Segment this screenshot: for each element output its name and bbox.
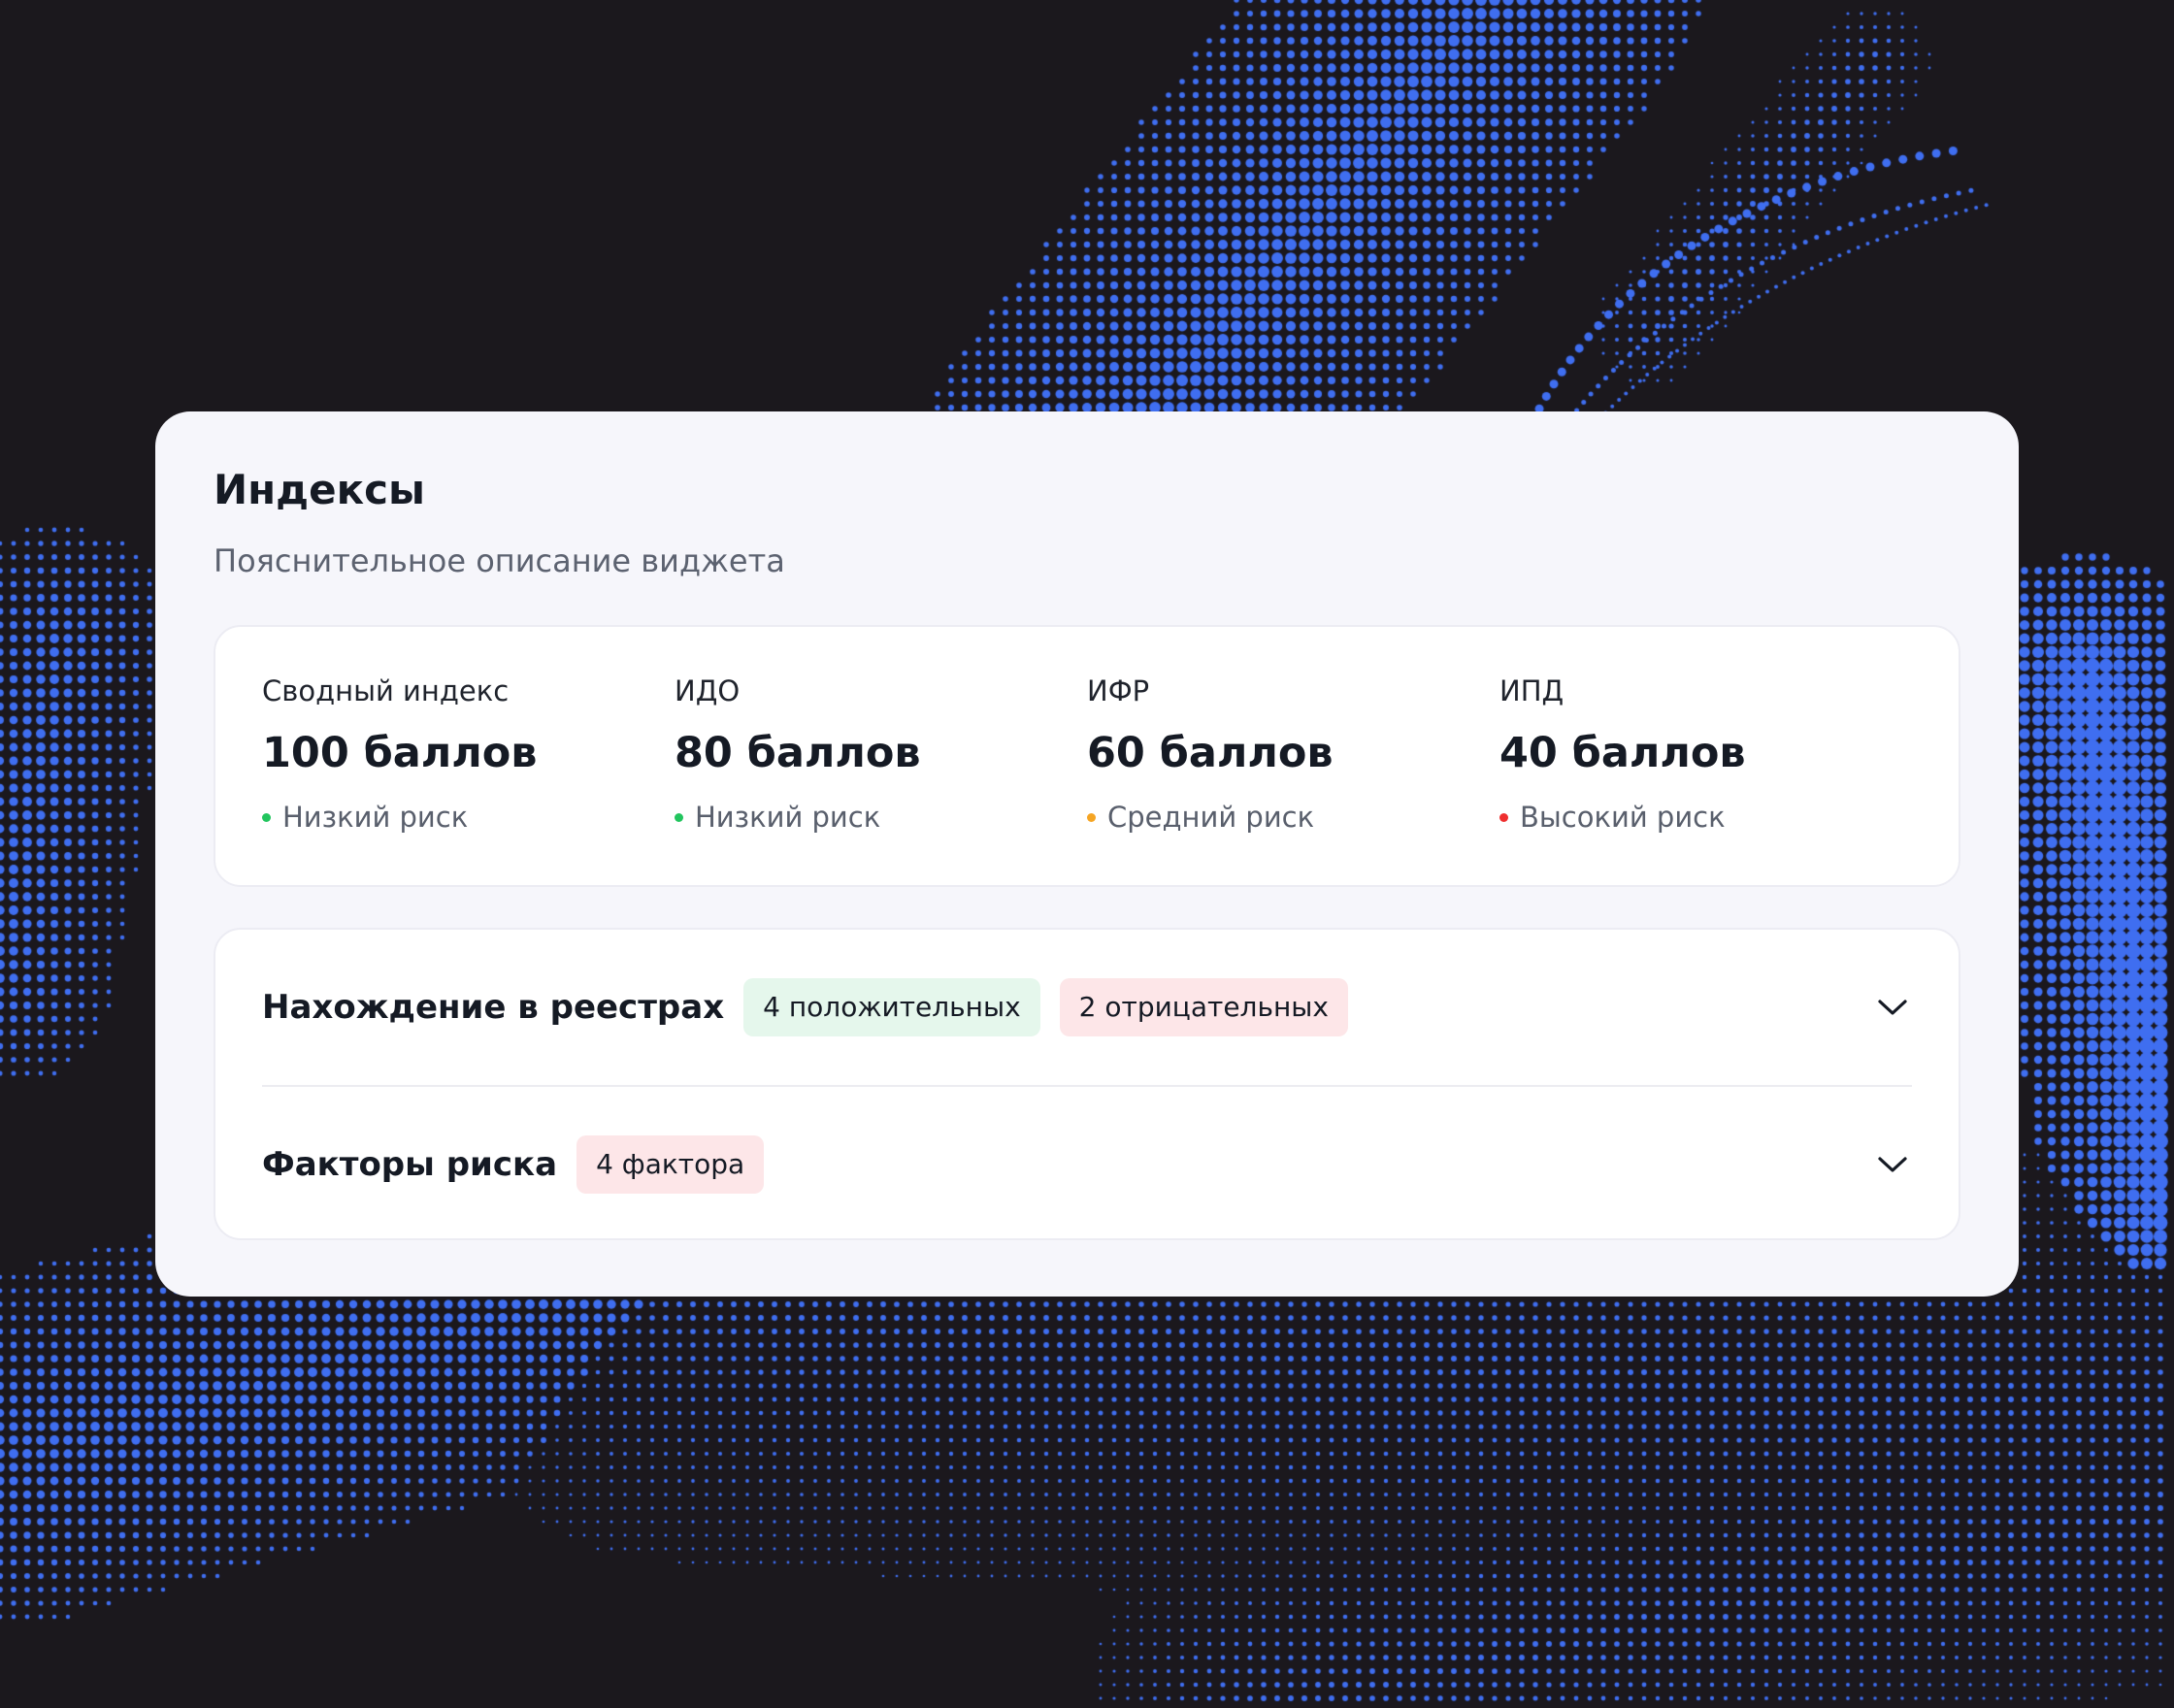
index-ido: ИДО 80 баллов Низкий риск [675, 627, 1087, 885]
widget-title: Индексы [214, 466, 425, 513]
index-label: ИДО [675, 674, 741, 707]
risk-label: Низкий риск [695, 801, 881, 834]
index-ifr: ИФР 60 баллов Средний риск [1087, 627, 1499, 885]
index-value: 100 баллов [262, 729, 538, 777]
section-title: Факторы риска [262, 1145, 558, 1184]
chevron-down-icon[interactable] [1873, 988, 1912, 1027]
indices-panel: Сводный индекс 100 баллов Низкий риск ИД… [214, 625, 1960, 887]
widget-subtitle: Пояснительное описание виджета [214, 542, 785, 579]
index-summary: Сводный индекс 100 баллов Низкий риск [262, 627, 675, 885]
index-label: Сводный индекс [262, 674, 510, 707]
risk-status: Низкий риск [262, 804, 675, 832]
risk-dot-icon [675, 813, 683, 822]
risk-status: Низкий риск [675, 804, 1087, 832]
section-registries[interactable]: Нахождение в реестрах 4 положительных 2 … [262, 930, 1912, 1085]
risk-label: Высокий риск [1520, 801, 1726, 834]
risk-label: Средний риск [1107, 801, 1315, 834]
index-value: 40 баллов [1499, 729, 1746, 777]
index-label: ИПД [1499, 674, 1565, 707]
chevron-down-icon[interactable] [1873, 1145, 1912, 1184]
risk-dot-icon [262, 813, 271, 822]
index-value: 60 баллов [1087, 729, 1334, 777]
risk-label: Низкий риск [282, 801, 469, 834]
risk-dot-icon [1087, 813, 1096, 822]
positive-count-badge: 4 положительных [743, 978, 1040, 1036]
section-risk-factors[interactable]: Факторы риска 4 фактора [262, 1085, 1912, 1242]
risk-status: Высокий риск [1499, 804, 1912, 832]
index-label: ИФР [1087, 674, 1150, 707]
factors-count-badge: 4 фактора [576, 1135, 765, 1194]
sections-panel: Нахождение в реестрах 4 положительных 2 … [214, 928, 1960, 1240]
section-title: Нахождение в реестрах [262, 988, 725, 1027]
negative-count-badge: 2 отрицательных [1059, 978, 1348, 1036]
risk-status: Средний риск [1087, 804, 1499, 832]
index-value: 80 баллов [675, 729, 921, 777]
indices-widget: Индексы Пояснительное описание виджета С… [155, 411, 2019, 1297]
risk-dot-icon [1499, 813, 1508, 822]
index-ipd: ИПД 40 баллов Высокий риск [1499, 627, 1912, 885]
